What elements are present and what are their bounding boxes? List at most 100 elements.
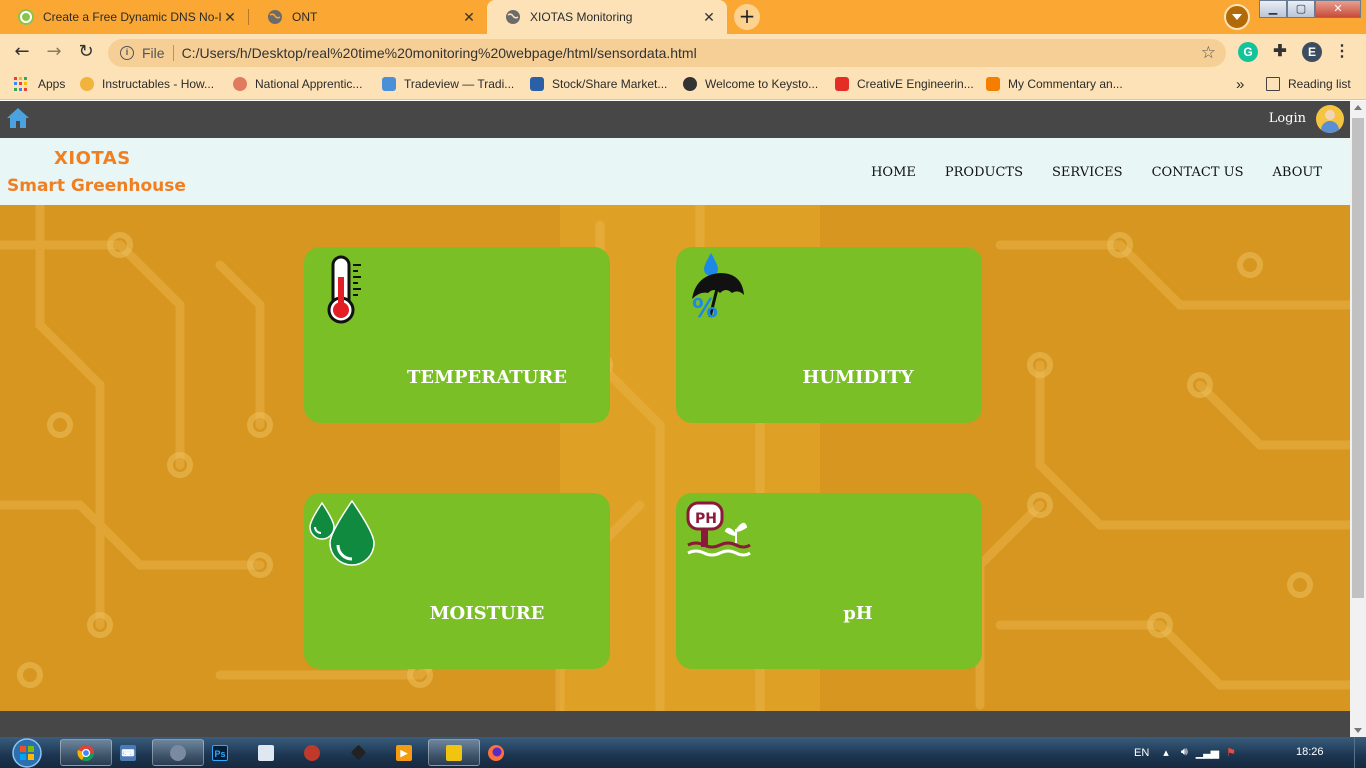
network-signal-icon[interactable]: ▁▃▅ bbox=[1196, 746, 1219, 759]
taskbar-vlc[interactable]: ▶ bbox=[378, 739, 430, 766]
bookmark-apps[interactable]: Apps bbox=[14, 70, 65, 98]
show-desktop-button[interactable] bbox=[1354, 737, 1366, 768]
grammarly-icon[interactable]: G bbox=[1238, 42, 1258, 62]
volume-icon[interactable]: 🔊︎ bbox=[1181, 746, 1188, 759]
tab-title: ONT bbox=[292, 10, 318, 24]
globe-icon bbox=[267, 9, 283, 25]
bookmark-keystone[interactable]: Welcome to Keysto... bbox=[683, 70, 818, 98]
svg-text:PH: PH bbox=[695, 511, 717, 527]
taskbar-clock[interactable]: 18:26 bbox=[1296, 746, 1324, 758]
bookmark-tradeview[interactable]: Tradeview — Tradi... bbox=[382, 70, 514, 98]
vlc-icon: ▶ bbox=[396, 744, 412, 761]
user-avatar-icon[interactable] bbox=[1316, 105, 1344, 133]
bookmark-label: Instructables - How... bbox=[102, 77, 215, 91]
new-tab-button[interactable]: + bbox=[734, 4, 760, 30]
reading-list-label: Reading list bbox=[1288, 77, 1351, 91]
brand-tagline: Smart Greenhouse bbox=[7, 176, 186, 196]
taskbar-notepad[interactable] bbox=[240, 739, 292, 766]
page-scrollbar[interactable] bbox=[1350, 101, 1366, 737]
bookmarks-overflow-button[interactable]: » bbox=[1236, 70, 1244, 98]
tab-search-button[interactable] bbox=[1224, 4, 1250, 30]
instructables-icon bbox=[80, 77, 94, 91]
address-bar[interactable]: i File C:/Users/h/Desktop/real%20time%20… bbox=[108, 39, 1226, 67]
system-tray: EN ▴ 🔊︎ ▁▃▅ ⚑ bbox=[1134, 737, 1236, 768]
reload-icon[interactable]: ↻ bbox=[74, 40, 98, 64]
firefox-icon bbox=[488, 744, 504, 761]
main-nav: HOME PRODUCTS SERVICES CONTACT US ABOUT bbox=[871, 165, 1322, 180]
reading-list-button[interactable]: Reading list bbox=[1266, 70, 1351, 98]
forward-arrow-icon[interactable]: → bbox=[42, 40, 66, 64]
taskbar-keyboard[interactable]: ⌨ bbox=[102, 739, 154, 766]
nav-contact-us[interactable]: CONTACT US bbox=[1152, 165, 1244, 180]
app-icon bbox=[170, 744, 186, 761]
taskbar-inkscape[interactable] bbox=[332, 739, 384, 766]
humidity-umbrella-icon: % bbox=[692, 253, 744, 321]
apps-grid-icon bbox=[14, 77, 28, 91]
bookmark-my-commentary[interactable]: My Commentary an... bbox=[986, 70, 1123, 98]
bookmark-label: Welcome to Keysto... bbox=[705, 77, 819, 91]
youtube-icon bbox=[835, 77, 849, 91]
media-icon bbox=[304, 744, 320, 761]
bookmark-label: CreativE Engineerin... bbox=[857, 77, 974, 91]
menu-dots-icon[interactable]: ⋮ bbox=[1332, 42, 1352, 62]
bookmark-label: Apps bbox=[38, 77, 66, 91]
action-center-icon[interactable]: ⚑ bbox=[1226, 746, 1236, 759]
ph-meter-icon: PH bbox=[686, 501, 751, 557]
close-window-icon[interactable]: ✕ bbox=[1315, 0, 1361, 18]
svg-text:%: % bbox=[692, 294, 718, 321]
tab-title: XIOTAS Monitoring bbox=[530, 10, 633, 24]
site-footer bbox=[0, 711, 1350, 737]
close-tab-icon[interactable]: ✕ bbox=[461, 9, 477, 26]
tab-ont[interactable]: ONT ✕ bbox=[249, 0, 487, 34]
nav-about[interactable]: ABOUT bbox=[1273, 165, 1322, 180]
tradeview-icon bbox=[382, 77, 396, 91]
maximize-icon[interactable]: ▢ bbox=[1287, 0, 1315, 18]
profile-avatar[interactable]: E bbox=[1302, 42, 1322, 62]
url-text[interactable]: C:/Users/h/Desktop/real%20time%20monitor… bbox=[182, 45, 697, 61]
info-icon[interactable]: i bbox=[120, 46, 134, 60]
web-page: Login XIOTAS Smart Greenhouse HOME PRODU… bbox=[0, 101, 1350, 737]
circuit-board-background bbox=[0, 205, 1350, 711]
scroll-down-icon[interactable] bbox=[1354, 728, 1362, 733]
taskbar-firefox[interactable] bbox=[470, 739, 522, 766]
scroll-thumb[interactable] bbox=[1352, 118, 1364, 598]
bookmark-star-icon[interactable]: ☆ bbox=[1201, 43, 1216, 63]
divider bbox=[172, 45, 174, 61]
tab-noip[interactable]: Create a Free Dynamic DNS No-I ✕ bbox=[0, 0, 248, 34]
nav-products[interactable]: PRODUCTS bbox=[945, 165, 1023, 180]
back-arrow-icon[interactable]: ← bbox=[10, 40, 34, 64]
tray-expand-icon[interactable]: ▴ bbox=[1163, 746, 1169, 759]
reading-list-icon bbox=[1266, 77, 1280, 91]
taskbar-media[interactable] bbox=[286, 739, 338, 766]
tab-xiotas-monitoring[interactable]: XIOTAS Monitoring ✕ bbox=[487, 0, 727, 34]
bookmark-instructables[interactable]: Instructables - How... bbox=[80, 70, 214, 98]
explorer-icon bbox=[446, 744, 462, 761]
home-icon[interactable] bbox=[6, 107, 30, 129]
close-tab-icon[interactable]: ✕ bbox=[222, 9, 238, 26]
humidity-label: HUMIDITY bbox=[802, 367, 914, 388]
bookmark-national-apprentice[interactable]: National Apprentic... bbox=[233, 70, 362, 98]
scroll-up-icon[interactable] bbox=[1354, 105, 1362, 110]
extensions-puzzle-icon[interactable]: ✚ bbox=[1270, 42, 1290, 62]
no-ip-favicon-icon bbox=[18, 9, 34, 25]
notepad-icon bbox=[258, 744, 274, 761]
humidity-card[interactable]: % HUMIDITY bbox=[676, 247, 982, 423]
moisture-card[interactable]: MOISTURE bbox=[304, 493, 610, 669]
moisture-label: MOISTURE bbox=[429, 603, 545, 624]
taskbar-photoshop[interactable]: Ps bbox=[194, 739, 246, 766]
close-tab-icon[interactable]: ✕ bbox=[701, 9, 717, 26]
globe-icon bbox=[505, 9, 521, 25]
bookmark-creative-engineering[interactable]: CreativE Engineerin... bbox=[835, 70, 974, 98]
browser-toolbar: ← → ↻ i File C:/Users/h/Desktop/real%20t… bbox=[0, 34, 1366, 70]
language-indicator[interactable]: EN bbox=[1134, 747, 1149, 759]
ph-card[interactable]: PH pH bbox=[676, 493, 982, 669]
bookmark-stock-market[interactable]: Stock/Share Market... bbox=[530, 70, 667, 98]
nav-home[interactable]: HOME bbox=[871, 165, 916, 180]
nav-services[interactable]: SERVICES bbox=[1052, 165, 1123, 180]
globe-icon bbox=[683, 77, 697, 91]
chrome-icon bbox=[77, 744, 95, 761]
login-link[interactable]: Login bbox=[1269, 111, 1306, 126]
temperature-card[interactable]: TEMPERATURE bbox=[304, 247, 610, 423]
windows-start-icon[interactable] bbox=[8, 737, 46, 768]
minimize-icon[interactable]: ▁ bbox=[1259, 0, 1287, 18]
